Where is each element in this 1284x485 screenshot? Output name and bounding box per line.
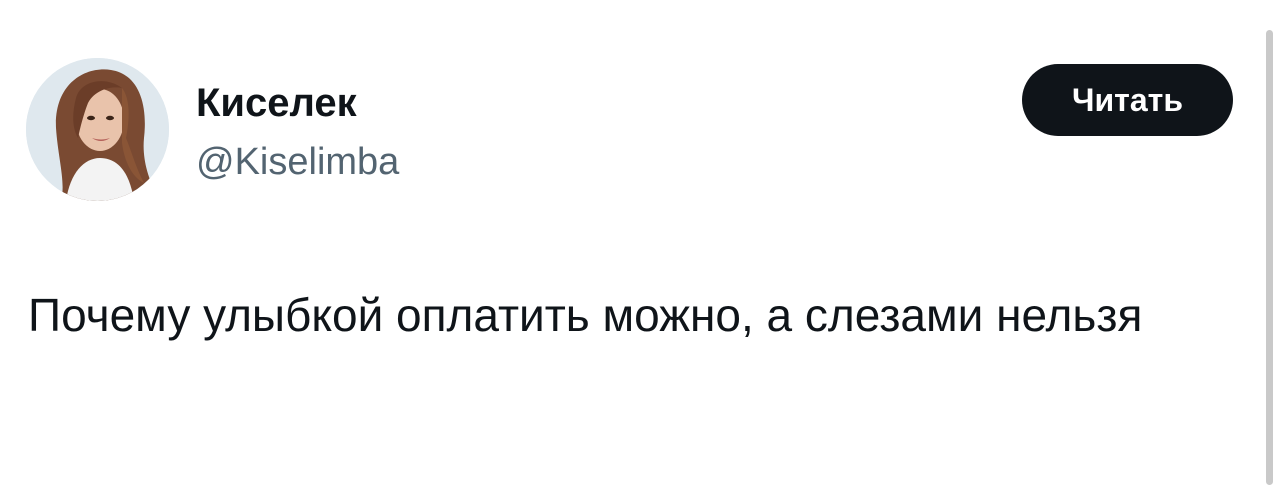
avatar-photo <box>26 58 169 201</box>
avatar[interactable] <box>26 58 169 201</box>
follow-button[interactable]: Читать <box>1022 64 1233 136</box>
tweet-header: Киселек @Kiselimba Читать <box>26 58 1236 203</box>
author-handle[interactable]: @Kiselimba <box>196 140 399 184</box>
scrollbar[interactable] <box>1266 30 1273 485</box>
author-display-name[interactable]: Киселек <box>196 80 357 126</box>
tweet-text: Почему улыбкой оплатить можно, а слезами… <box>28 289 1143 341</box>
